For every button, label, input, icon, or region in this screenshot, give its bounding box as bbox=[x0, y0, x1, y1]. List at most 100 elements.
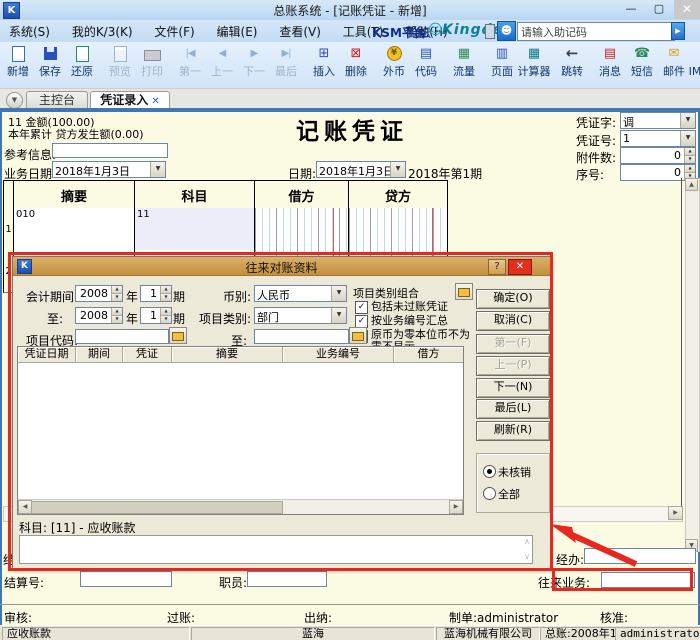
currency-select[interactable]: 人民币 ▼ bbox=[254, 285, 347, 302]
account-cell[interactable]: 11 bbox=[135, 208, 255, 250]
close-button[interactable]: ✕ bbox=[674, 0, 700, 19]
spin-down-icon[interactable]: ▼ bbox=[161, 316, 171, 323]
date-select[interactable]: 2018年1月3日 ▼ bbox=[316, 161, 406, 178]
ok-button[interactable]: 确定(O) bbox=[476, 289, 550, 309]
toolbar-restore-button[interactable]: 还原 bbox=[66, 42, 98, 86]
menu-edit[interactable]: 编辑(E) bbox=[208, 20, 267, 43]
dialog-title-bar[interactable]: K 往来对账资料 ? ✕ bbox=[13, 257, 550, 276]
menu-file[interactable]: 文件(F) bbox=[145, 20, 203, 43]
mnemonic-search-input[interactable] bbox=[517, 22, 675, 41]
to-no-stepper[interactable]: 1 ▲▼ bbox=[140, 307, 172, 324]
list-horizontal-scrollbar[interactable]: ◀ ▶ bbox=[18, 499, 463, 514]
chevron-up-icon[interactable]: ∧ bbox=[524, 538, 530, 546]
unverified-radio[interactable] bbox=[483, 465, 496, 478]
settlement-no-input[interactable] bbox=[80, 571, 172, 587]
dialog-help-button[interactable]: ? bbox=[488, 259, 506, 275]
phone-icon[interactable] bbox=[485, 24, 495, 39]
menu-myk3[interactable]: 我的K/3(K) bbox=[63, 20, 142, 43]
spin-up-icon[interactable]: ▲ bbox=[161, 308, 171, 316]
tab-close-icon[interactable]: ✕ bbox=[151, 96, 159, 107]
include-unposted-checkbox[interactable]: ✓ bbox=[355, 301, 368, 314]
attachments-stepper[interactable]: 0 ▲▼ bbox=[620, 147, 696, 164]
toolbar-new-button[interactable]: 新增 bbox=[2, 42, 34, 86]
credit-cell[interactable] bbox=[349, 208, 447, 250]
currency-label: 币别: bbox=[223, 288, 251, 305]
code-doc-icon: ▤ bbox=[420, 45, 432, 62]
agent-input[interactable] bbox=[584, 548, 696, 564]
scrollbar-thumb[interactable] bbox=[31, 501, 283, 514]
user-icon-button[interactable]: ☻ bbox=[497, 21, 516, 41]
scroll-right-icon[interactable]: ▶ bbox=[449, 500, 463, 514]
to-year-stepper[interactable]: 2008 ▲▼ bbox=[75, 307, 123, 324]
toolbar-im-button[interactable]: ☺ IM消息 bbox=[690, 42, 700, 86]
toolbar-jump-button[interactable]: ← 跳转 bbox=[556, 42, 588, 86]
toolbar-flow-button[interactable]: ▦ 流量 bbox=[448, 42, 480, 86]
scroll-right-icon[interactable]: ▶ bbox=[668, 506, 683, 520]
search-go-button[interactable]: ▶ bbox=[671, 22, 685, 40]
toolbar-page-button[interactable]: ▥ 页面 bbox=[486, 42, 518, 86]
list-header: 凭证日期 期间 凭证 摘要 业务编号 借方 bbox=[18, 347, 463, 363]
summary-cell[interactable]: 010 bbox=[14, 208, 135, 250]
toolbar-code-button[interactable]: ▤ 代码 bbox=[410, 42, 442, 86]
project-code-to-input[interactable] bbox=[254, 329, 349, 344]
toolbar-save-button[interactable]: 保存 bbox=[34, 42, 66, 86]
memo-textarea[interactable]: ∧ ∨ bbox=[19, 535, 533, 564]
all-radio[interactable] bbox=[483, 487, 496, 500]
voucher-word-select[interactable]: 调 ▼ bbox=[620, 112, 696, 129]
spin-down-icon[interactable]: ▼ bbox=[685, 156, 695, 163]
next-button[interactable]: 下一(N) bbox=[476, 378, 550, 398]
project-combo-browse-button[interactable] bbox=[455, 283, 473, 300]
project-code-to-browse-button[interactable] bbox=[349, 327, 367, 344]
cancel-button[interactable]: 取消(C) bbox=[476, 311, 550, 331]
scroll-up-icon[interactable]: ▲ bbox=[685, 178, 698, 191]
toolbar-currency-button[interactable]: ¥ 外币 bbox=[378, 42, 410, 86]
spin-down-icon[interactable]: ▼ bbox=[112, 316, 122, 323]
tab-list-dropdown-button[interactable]: ▼ bbox=[6, 92, 23, 109]
toolbar-delete-button[interactable]: ⊠ 删除 bbox=[340, 42, 372, 86]
period-year-stepper[interactable]: 2008 ▲▼ bbox=[75, 285, 123, 302]
business-date-select[interactable]: 2018年1月3日 ▼ bbox=[52, 161, 166, 178]
toolbar-calculator-button[interactable]: ▦ 计算器 bbox=[518, 42, 550, 86]
chevron-down-icon[interactable]: ▼ bbox=[331, 286, 346, 301]
reference-input[interactable] bbox=[52, 143, 168, 158]
chevron-down-icon[interactable]: ▼ bbox=[680, 113, 695, 128]
dialog-close-button[interactable]: ✕ bbox=[508, 259, 532, 275]
smiley-icon[interactable]: ☺ bbox=[428, 22, 443, 38]
spin-up-icon[interactable]: ▲ bbox=[112, 286, 122, 294]
toolbar-sms-button[interactable]: ☎ 短信 bbox=[626, 42, 658, 86]
voucher-row-1[interactable]: 1 010 11 bbox=[3, 208, 448, 251]
chevron-down-icon[interactable]: ▼ bbox=[331, 308, 346, 323]
toolbar-mail-button[interactable]: ✉ 邮件 bbox=[658, 42, 690, 86]
reconciliation-list[interactable]: 凭证日期 期间 凭证 摘要 业务编号 借方 ◀ ▶ bbox=[17, 346, 464, 515]
minimize-button[interactable]: — bbox=[618, 0, 644, 19]
refresh-button[interactable]: 刷新(R) bbox=[476, 421, 550, 441]
toolbar-message-button[interactable]: ▤ 消息 bbox=[594, 42, 626, 86]
maximize-button[interactable]: ▢ bbox=[646, 0, 672, 19]
toolbar-insert-button[interactable]: ⊞ 插入 bbox=[308, 42, 340, 86]
spin-down-icon[interactable]: ▼ bbox=[112, 294, 122, 301]
menu-view[interactable]: 查看(V) bbox=[270, 20, 330, 43]
chevron-down-icon[interactable]: ▼ bbox=[680, 131, 695, 146]
current-business-input[interactable] bbox=[601, 572, 695, 588]
spin-down-icon[interactable]: ▼ bbox=[161, 294, 171, 301]
last-button[interactable]: 最后(L) bbox=[476, 399, 550, 419]
staff-input[interactable] bbox=[247, 571, 327, 587]
spin-up-icon[interactable]: ▲ bbox=[112, 308, 122, 316]
chevron-down-icon[interactable]: ▼ bbox=[390, 162, 405, 177]
debit-cell[interactable] bbox=[255, 208, 349, 250]
chevron-down-icon[interactable]: ∨ bbox=[524, 553, 530, 561]
project-code-input[interactable] bbox=[75, 329, 169, 344]
menu-system[interactable]: 系统(S) bbox=[0, 20, 59, 43]
toolbar-preview-button: 预览 bbox=[104, 42, 136, 86]
period-no-stepper[interactable]: 1 ▲▼ bbox=[140, 285, 172, 302]
project-code-browse-button[interactable] bbox=[169, 327, 187, 344]
voucher-no-select[interactable]: 1 ▼ bbox=[620, 130, 696, 147]
vertical-scrollbar[interactable]: ▲ ▼ bbox=[685, 178, 700, 552]
scroll-left-icon[interactable]: ◀ bbox=[18, 500, 32, 514]
staff-label: 职员: bbox=[219, 574, 247, 591]
project-category-select[interactable]: 部门 ▼ bbox=[254, 307, 347, 324]
spin-up-icon[interactable]: ▲ bbox=[685, 148, 695, 156]
spin-up-icon[interactable]: ▲ bbox=[161, 286, 171, 294]
chevron-down-icon[interactable]: ▼ bbox=[150, 162, 165, 177]
spin-up-icon[interactable]: ▲ bbox=[685, 165, 695, 173]
